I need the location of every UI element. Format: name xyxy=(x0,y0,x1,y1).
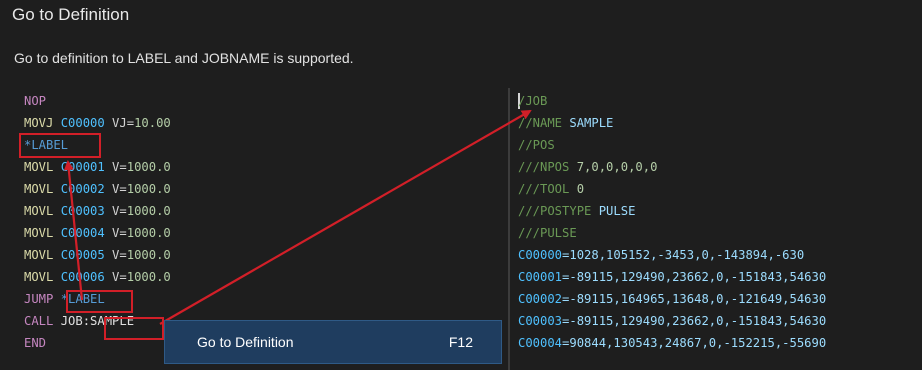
right-code-line[interactable]: C00003=-89115,129490,23662,0,-151843,546… xyxy=(518,310,826,332)
context-menu-shortcut: F12 xyxy=(448,334,473,350)
code-token: 1000.0 xyxy=(126,182,171,196)
context-menu-go-to-definition[interactable]: Go to Definition F12 xyxy=(164,320,502,364)
code-token: C00005 xyxy=(60,248,105,262)
right-code-line[interactable]: C00000=1028,105152,-3453,0,-143894,-630 xyxy=(518,244,804,266)
code-token: *LABEL xyxy=(24,138,69,152)
code-token: V= xyxy=(104,248,127,262)
code-token: ///PULSE xyxy=(518,226,577,240)
code-token: //NAME xyxy=(518,116,570,130)
code-token: =-89115,164965,13648,0,-121649,54630 xyxy=(562,292,827,306)
left-code-line[interactable]: MOVJ C00000 VJ=10.00 xyxy=(24,112,171,134)
right-code-line[interactable]: ///POSTYPE PULSE xyxy=(518,200,635,222)
code-token: VJ= xyxy=(104,116,135,130)
code-token: C00002 xyxy=(60,182,105,196)
code-token: 1000.0 xyxy=(126,248,171,262)
code-token: 1000.0 xyxy=(126,270,171,284)
code-token: NOP xyxy=(24,94,47,108)
left-code-line[interactable]: MOVL C00005 V=1000.0 xyxy=(24,244,171,266)
code-token: 1000.0 xyxy=(126,226,171,240)
page-title: Go to Definition xyxy=(12,5,130,24)
right-editor[interactable]: /JOB //NAME SAMPLE //POS ///NPOS 7,0,0,0,0,… xyxy=(510,88,922,370)
code-token: CALL xyxy=(24,314,61,328)
code-token: SAMPLE xyxy=(90,314,135,328)
left-code-line[interactable]: NOP xyxy=(24,90,46,112)
code-token: C00006 xyxy=(60,270,105,284)
code-token: //POS xyxy=(518,138,555,152)
code-token: 0 xyxy=(576,182,585,196)
code-token: 1000.0 xyxy=(126,160,171,174)
left-code-line[interactable]: CALL JOB:SAMPLE xyxy=(24,310,134,332)
code-token: MOVL xyxy=(24,248,61,262)
code-token: V= xyxy=(104,226,127,240)
code-token: MOVL xyxy=(24,160,61,174)
code-token: PULSE xyxy=(598,204,636,218)
code-token: *LABEL xyxy=(60,292,105,306)
code-token: MOVL xyxy=(24,182,61,196)
code-token: JUMP xyxy=(24,292,61,306)
code-token: C00001 xyxy=(60,160,105,174)
right-code-line[interactable]: //NAME SAMPLE xyxy=(518,112,613,134)
left-code-line[interactable]: *LABEL xyxy=(24,134,68,156)
right-code-line[interactable]: C00002=-89115,164965,13648,0,-121649,546… xyxy=(518,288,826,310)
description: Go to definition to LABEL and JOBNAME is… xyxy=(14,50,354,66)
code-token: C00000 xyxy=(60,116,105,130)
code-token: ///POSTYPE xyxy=(518,204,599,218)
right-code-line[interactable]: C00001=-89115,129490,23662,0,-151843,546… xyxy=(518,266,826,288)
right-code-line[interactable]: ///PULSE xyxy=(518,222,577,244)
left-code-line[interactable]: MOVL C00001 V=1000.0 xyxy=(24,156,171,178)
code-token: MOVL xyxy=(24,226,61,240)
code-token: C00002 xyxy=(518,292,563,306)
code-token: ///NPOS xyxy=(518,160,577,174)
code-token: 7,0,0,0,0,0 xyxy=(576,160,658,174)
code-token: V= xyxy=(104,270,127,284)
code-token: ///TOOL xyxy=(518,182,577,196)
code-token: MOVJ xyxy=(24,116,61,130)
code-token: C00004 xyxy=(60,226,105,240)
context-menu-label: Go to Definition xyxy=(197,334,294,350)
left-code-line[interactable]: MOVL C00006 V=1000.0 xyxy=(24,266,171,288)
code-token: 1000.0 xyxy=(126,204,171,218)
code-token: END xyxy=(24,336,47,350)
code-token: =90844,130543,24867,0,-152215,-55690 xyxy=(562,336,827,350)
code-token: C00003 xyxy=(60,204,105,218)
left-code-line[interactable]: MOVL C00002 V=1000.0 xyxy=(24,178,171,200)
code-token: C00001 xyxy=(518,270,563,284)
right-code-line[interactable]: ///TOOL 0 xyxy=(518,178,584,200)
code-token: V= xyxy=(104,160,127,174)
code-token: MOVL xyxy=(24,270,61,284)
right-code-line[interactable]: /JOB xyxy=(518,90,547,112)
code-token: 10.00 xyxy=(134,116,171,130)
code-token: V= xyxy=(104,182,127,196)
left-code-line[interactable]: END xyxy=(24,332,46,354)
left-code-line[interactable]: MOVL C00004 V=1000.0 xyxy=(24,222,171,244)
code-token: C00003 xyxy=(518,314,563,328)
code-token: MOVL xyxy=(24,204,61,218)
left-code-line[interactable]: JUMP *LABEL xyxy=(24,288,105,310)
right-code-line[interactable]: C00004=90844,130543,24867,0,-152215,-556… xyxy=(518,332,826,354)
code-token: /JOB xyxy=(518,94,548,108)
code-token: V= xyxy=(104,204,127,218)
code-token: =1028,105152,-3453,0,-143894,-630 xyxy=(562,248,805,262)
code-token: =-89115,129490,23662,0,-151843,54630 xyxy=(562,270,827,284)
right-code-line[interactable]: ///NPOS 7,0,0,0,0,0 xyxy=(518,156,657,178)
left-code-line[interactable]: MOVL C00003 V=1000.0 xyxy=(24,200,171,222)
code-token: JOB: xyxy=(60,314,91,328)
code-token: C00000 xyxy=(518,248,563,262)
code-token: C00004 xyxy=(518,336,563,350)
right-code-line[interactable]: //POS xyxy=(518,134,555,156)
code-token: SAMPLE xyxy=(569,116,614,130)
code-token: =-89115,129490,23662,0,-151843,54630 xyxy=(562,314,827,328)
